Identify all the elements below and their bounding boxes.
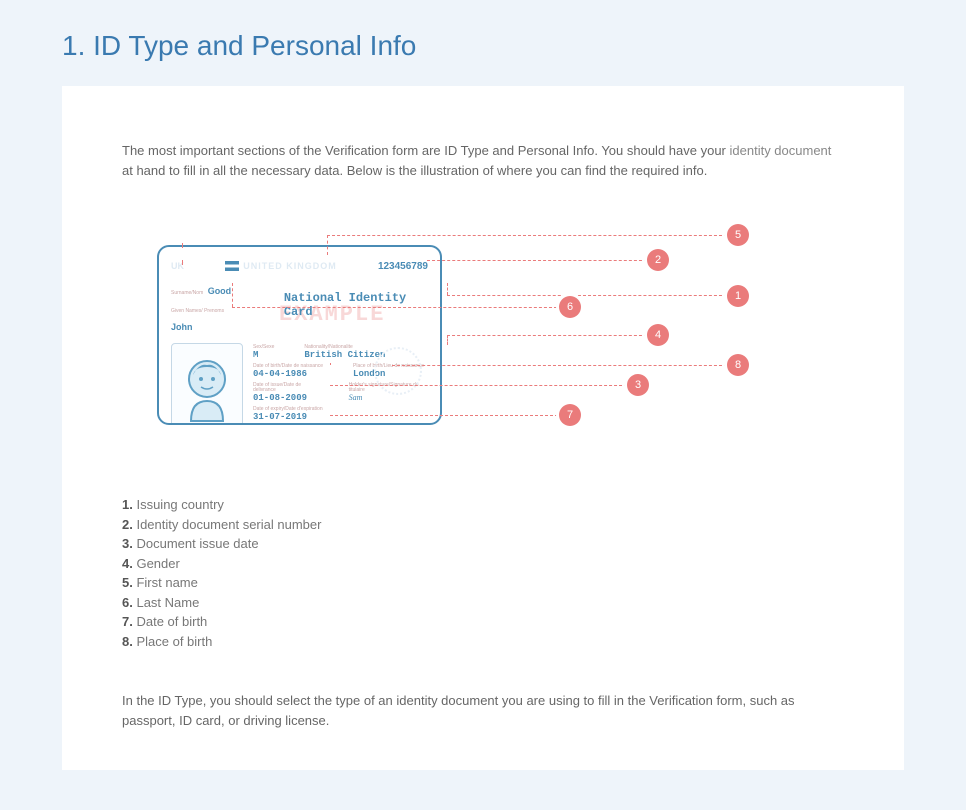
surname-label: Surname/Nom — [171, 290, 203, 296]
legend-item-5: 5. First name — [122, 573, 844, 593]
id-country-title: UNITED KINGDOM — [243, 261, 337, 271]
page-title: 1. ID Type and Personal Info — [62, 30, 904, 62]
legend-item-4: 4. Gender — [122, 554, 844, 574]
sex-value: M — [253, 350, 258, 360]
id-photo — [171, 343, 243, 425]
legend-item-7: 7. Date of birth — [122, 612, 844, 632]
intro-paragraph: The most important sections of the Verif… — [122, 141, 844, 180]
given-value: John — [171, 322, 193, 332]
id-serial: 123456789 — [378, 261, 428, 272]
content-card: The most important sections of the Verif… — [62, 86, 904, 770]
callout-line — [447, 335, 448, 345]
legend-item-6: 6. Last Name — [122, 593, 844, 613]
callout-line — [330, 385, 627, 386]
marker-1: 1 — [727, 285, 749, 307]
callout-line — [232, 307, 557, 308]
intro-text-1: The most important sections of the Verif… — [122, 143, 730, 158]
callout-line — [330, 363, 331, 365]
legend-item-2: 2. Identity document serial number — [122, 515, 844, 535]
callout-line — [182, 260, 183, 265]
marker-2: 2 — [647, 249, 669, 271]
marker-6: 6 — [559, 296, 581, 318]
legend-item-8: 8. Place of birth — [122, 632, 844, 652]
identity-document-link[interactable]: identity document — [730, 143, 832, 158]
stamp-decoration — [374, 347, 422, 395]
marker-4: 4 — [647, 324, 669, 346]
legend-item-3: 3. Document issue date — [122, 534, 844, 554]
callout-line — [330, 415, 558, 416]
callout-line — [182, 243, 183, 248]
dob-value: 04-04-1986 — [253, 369, 307, 379]
doe-value: 31-07-2019 — [253, 412, 307, 422]
flag-icon — [225, 261, 239, 271]
marker-5: 5 — [727, 224, 749, 246]
sig-value: Sam — [349, 393, 363, 402]
marker-8: 8 — [727, 354, 749, 376]
callout-line — [327, 235, 328, 255]
callout-line — [427, 260, 647, 261]
legend-item-1: 1. Issuing country — [122, 495, 844, 515]
callout-line — [327, 235, 727, 236]
id-card-type: National Identity Card — [284, 291, 428, 335]
callout-line — [447, 335, 647, 336]
doi-value: 01-08-2009 — [253, 393, 307, 403]
callout-line — [447, 295, 727, 296]
person-icon — [179, 353, 235, 423]
surname-value: Good — [208, 286, 232, 296]
nationality-value: British Citizen — [304, 350, 385, 360]
closing-paragraph: In the ID Type, you should select the ty… — [122, 691, 844, 730]
marker-3: 3 — [627, 374, 649, 396]
callout-line — [447, 283, 448, 295]
callout-line — [392, 365, 727, 366]
doi-label: Date of issue/Date de delivrance — [253, 383, 319, 393]
sample-id-card: UK UNITED KINGDOM 123456789 Surname/Nom … — [157, 245, 442, 425]
marker-7: 7 — [559, 404, 581, 426]
given-label: Given Names/ Prenoms — [171, 308, 224, 314]
id-illustration: 5 2 1 6 4 8 3 — [127, 225, 807, 445]
legend-list: 1. Issuing country 2. Identity document … — [122, 495, 844, 651]
intro-text-2: at hand to fill in all the necessary dat… — [122, 163, 707, 178]
callout-line — [232, 283, 233, 307]
